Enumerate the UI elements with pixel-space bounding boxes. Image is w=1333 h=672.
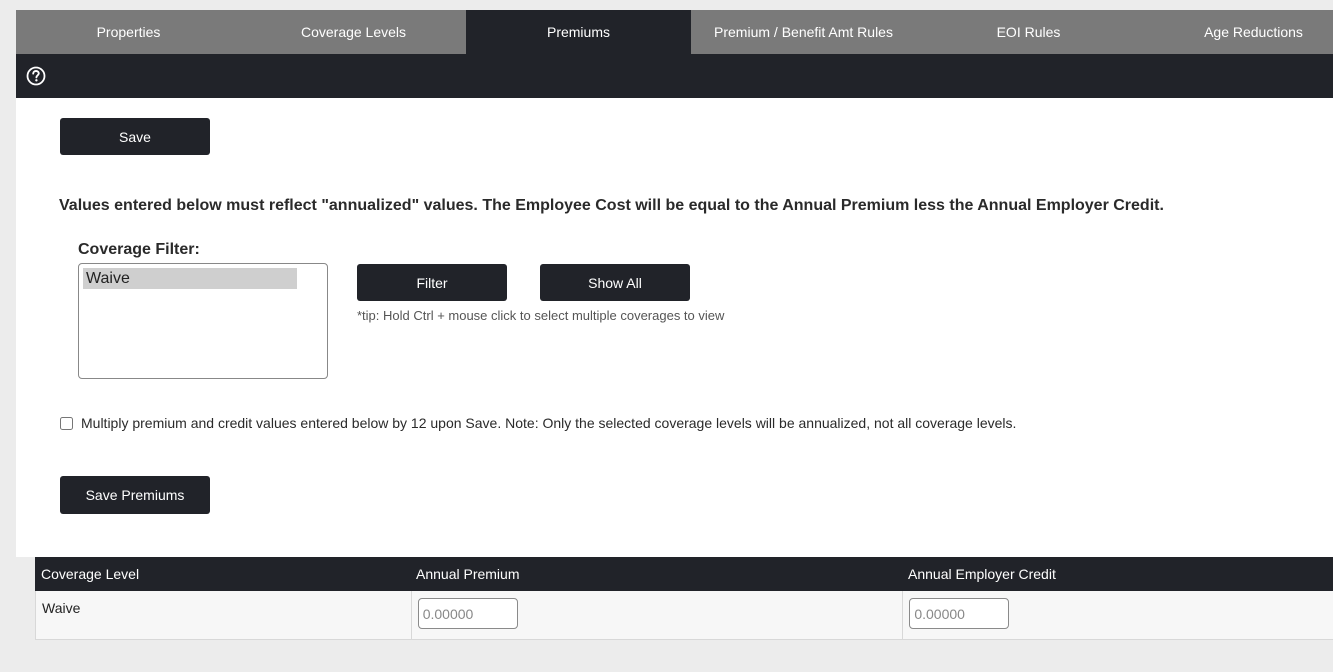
- header-annual-premium: Annual Premium: [416, 566, 520, 582]
- annual-premium-cell: [410, 591, 903, 639]
- save-premiums-button[interactable]: Save Premiums: [60, 476, 210, 514]
- tab-premium-benefit-amt-rules[interactable]: Premium / Benefit Amt Rules: [691, 10, 916, 54]
- table-header: Coverage Level Annual Premium Annual Emp…: [35, 557, 1333, 591]
- header-coverage-level: Coverage Level: [41, 566, 140, 582]
- tab-properties[interactable]: Properties: [16, 10, 241, 54]
- tab-eoi-rules[interactable]: EOI Rules: [916, 10, 1141, 54]
- premiums-panel: Save Values entered below must reflect "…: [16, 98, 1333, 557]
- page-top-strip: [0, 0, 1333, 10]
- filter-button[interactable]: Filter: [357, 264, 507, 301]
- annual-employer-credit-input[interactable]: [909, 598, 1010, 629]
- annual-employer-credit-cell: [902, 591, 1333, 639]
- coverage-filter-label: Coverage Filter:: [78, 241, 200, 258]
- show-all-button[interactable]: Show All: [540, 264, 690, 301]
- coverage-level-value: Waive: [42, 600, 81, 616]
- save-button[interactable]: Save: [60, 118, 210, 155]
- tab-premiums[interactable]: Premiums: [466, 10, 691, 54]
- annualize-option: Multiply premium and credit values enter…: [60, 415, 1016, 431]
- premiums-table: Coverage Level Annual Premium Annual Emp…: [35, 557, 1333, 640]
- annual-premium-input[interactable]: [417, 598, 518, 629]
- tab-coverage-levels[interactable]: Coverage Levels: [241, 10, 466, 54]
- coverage-filter-listbox[interactable]: Waive: [78, 263, 328, 379]
- table-row: Waive: [35, 591, 1333, 640]
- annualized-note: Values entered below must reflect "annua…: [59, 197, 1164, 214]
- toolbar: [16, 54, 1333, 98]
- coverage-level-cell: Waive: [36, 591, 411, 639]
- header-annual-employer-credit: Annual Employer Credit: [908, 566, 1056, 582]
- annualize-checkbox[interactable]: [60, 416, 73, 430]
- tab-age-reductions[interactable]: Age Reductions: [1141, 10, 1333, 54]
- tab-bar: Properties Coverage Levels Premiums Prem…: [16, 10, 1333, 54]
- filter-tip: *tip: Hold Ctrl + mouse click to select …: [357, 308, 725, 323]
- annualize-label: Multiply premium and credit values enter…: [81, 415, 1017, 431]
- help-circle-icon[interactable]: [26, 66, 46, 86]
- coverage-option-waive[interactable]: Waive: [83, 268, 297, 289]
